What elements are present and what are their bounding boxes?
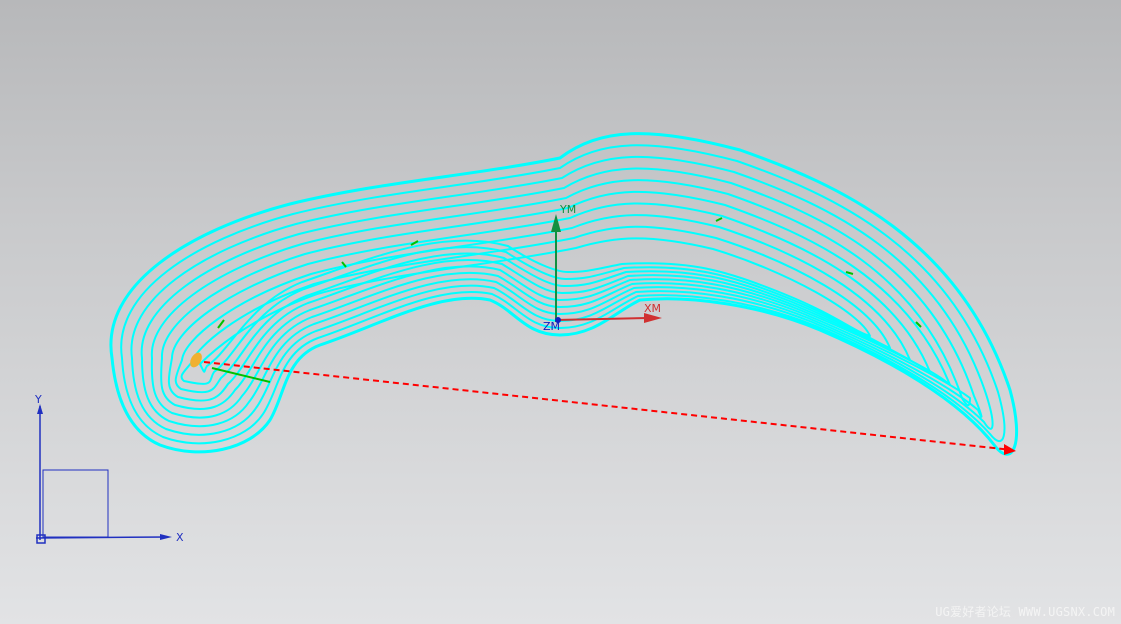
abs-x-label: X [176,531,184,544]
wcs-y-arrow-icon [551,214,561,232]
graphics-viewport[interactable]: YM XM ZM Y X [0,0,1121,624]
abs-x-arrow-icon [160,534,172,540]
abs-xy-plane [42,469,109,538]
wcs-x-label: XM [644,302,661,315]
wcs-y-label: YM [559,203,576,216]
abs-y-label: Y [34,393,42,406]
abs-origin-marker [36,534,46,544]
watermark: UG爱好者论坛 WWW.UGSNX.COM [935,605,1115,619]
retract-path [203,361,1013,451]
engage-move [715,217,723,222]
non-cut-move [203,361,1016,455]
wcs-z-label: ZM [543,320,560,333]
wcs-x-axis[interactable] [555,317,649,321]
engage-move [217,319,225,329]
engage-move [845,271,854,275]
toolpath-passes[interactable] [109,132,1019,456]
